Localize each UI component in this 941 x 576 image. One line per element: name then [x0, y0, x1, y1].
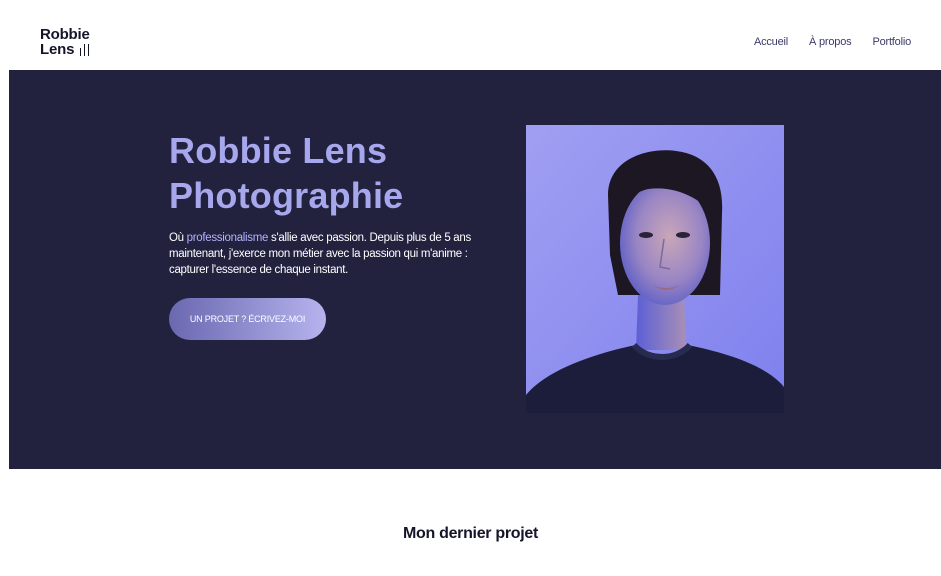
logo-line-1: Robbie [40, 26, 90, 43]
hero-section: Robbie Lens Photographie Où professional… [9, 70, 941, 469]
hero-title-line-1: Robbie Lens [169, 130, 388, 171]
hero-desc-accent: professionalisme [186, 232, 269, 244]
hero-title-line-2: Photographie [169, 175, 404, 216]
contact-cta-button[interactable]: UN PROJET ? ÉCRIVEZ-MOI [169, 298, 326, 340]
hero-title: Robbie Lens Photographie [169, 128, 489, 218]
nav-link-portfolio[interactable]: Portfolio [872, 36, 911, 48]
main-nav: Accueil À propos Portfolio [754, 36, 911, 48]
site-logo[interactable]: Robbie Lens [40, 27, 96, 59]
section-title-latest-project: Mon dernier projet [402, 525, 539, 542]
logo-line-2: Lens [40, 41, 75, 58]
hero-description: Où professionalisme s'allie avec passion… [169, 230, 489, 278]
logo-bars-icon [78, 44, 92, 56]
nav-link-a-propos[interactable]: À propos [809, 36, 852, 48]
contact-cta-label: UN PROJET ? ÉCRIVEZ-MOI [189, 314, 306, 324]
portrait-illustration [526, 125, 784, 413]
hero-desc-prefix: Où [169, 232, 187, 244]
nav-link-accueil[interactable]: Accueil [754, 36, 788, 48]
site-header: Robbie Lens Accueil À propos Portfolio [0, 0, 941, 70]
hero-portrait-image [526, 125, 784, 413]
